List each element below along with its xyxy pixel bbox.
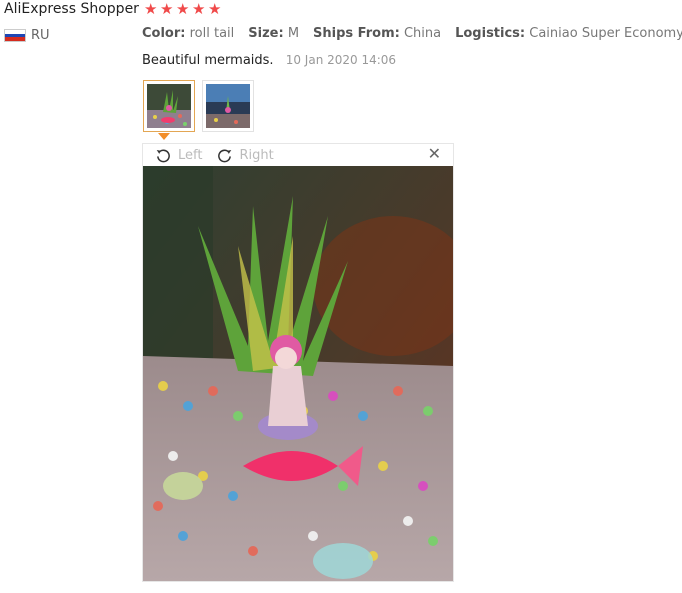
thumbnail-photo-1[interactable] <box>143 80 195 132</box>
thumbnail-photo-2[interactable] <box>202 80 254 132</box>
star-icon: ★ <box>160 0 174 18</box>
rating-stars: ★ ★ ★ ★ ★ <box>144 2 221 17</box>
rotate-left-button[interactable]: Left <box>155 147 202 164</box>
attribute-ships-from: Ships From: China <box>313 26 442 41</box>
rotate-left-label: Left <box>178 147 203 163</box>
viewer-toolbar: Left Right ✕ <box>143 144 453 166</box>
star-icon: ★ <box>176 0 190 18</box>
rotate-right-icon <box>218 149 232 162</box>
reviewer-name: AliExpress Shopper <box>4 1 139 17</box>
russia-flag-icon <box>4 29 26 42</box>
order-attributes: Color: roll tail Size: M Ships From: Chi… <box>142 26 682 41</box>
photo-viewer: Left Right ✕ <box>142 143 454 582</box>
review-text: Beautiful mermaids. <box>142 53 274 68</box>
photo-thumbnails <box>143 80 254 132</box>
rotate-left-icon <box>156 149 170 162</box>
country-code: RU <box>31 28 50 43</box>
close-icon[interactable]: ✕ <box>428 146 441 162</box>
star-icon: ★ <box>192 0 206 18</box>
rotate-right-button[interactable]: Right <box>216 147 274 164</box>
review-text-line: Beautiful mermaids. 10 Jan 2020 14:06 <box>142 53 396 68</box>
star-icon: ★ <box>208 0 222 18</box>
attribute-color: Color: roll tail <box>142 26 235 41</box>
attribute-size: Size: M <box>248 26 300 41</box>
review-date: 10 Jan 2020 14:06 <box>285 53 397 67</box>
selected-thumbnail-caret <box>158 133 170 140</box>
reviewer-country: RU <box>4 28 50 43</box>
rotate-right-label: Right <box>239 147 274 163</box>
review-photo-large <box>143 166 453 581</box>
attribute-logistics: Logistics: Cainiao Super Economy <box>455 26 682 41</box>
star-icon: ★ <box>144 0 158 18</box>
